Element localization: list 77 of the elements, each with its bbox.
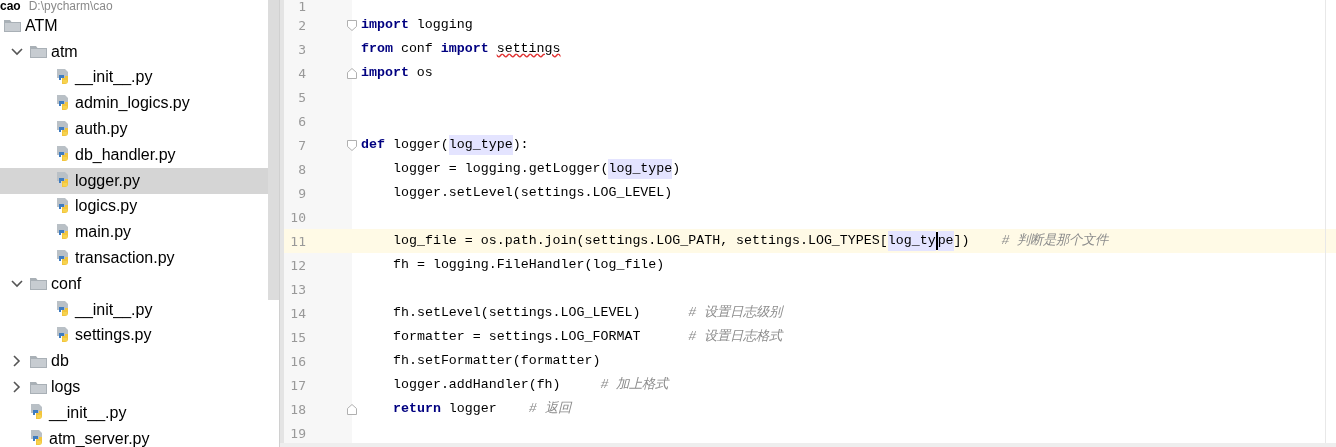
python-file-icon: [56, 172, 71, 190]
code-line: fh.setFormatter(formatter): [392, 352, 601, 371]
python-file-icon: [56, 249, 71, 267]
python-file-icon: [56, 223, 71, 241]
line-number: 5: [297, 90, 306, 104]
line-number: 16: [289, 354, 306, 368]
folder-icon: [30, 277, 47, 291]
python-file-icon: [30, 430, 45, 447]
line-number: 1: [297, 0, 306, 13]
tree-item[interactable]: logger.py: [0, 167, 268, 194]
line-number: 19: [289, 426, 306, 440]
project-path: D:\pycharm\cao: [28, 0, 113, 13]
line-number: 15: [289, 330, 306, 344]
line-number: 2: [297, 18, 306, 32]
line-number: 10: [289, 210, 306, 224]
line-number: 14: [289, 306, 306, 320]
code-line: fh.setLevel(settings.LOG_LEVEL) # 设置日志级别: [392, 304, 783, 323]
python-file-icon: [56, 69, 71, 86]
code-line: logger.addHandler(fh) # 加上格式: [392, 376, 669, 395]
tree-item[interactable]: admin_logics.py: [0, 90, 268, 117]
tree-item[interactable]: logics.py: [0, 193, 268, 220]
folder-icon: [4, 19, 21, 33]
python-file-icon: [56, 301, 71, 319]
line-number: 8: [297, 162, 306, 176]
code-line: def logger(log_type):: [361, 134, 529, 157]
line-number: 7: [297, 138, 306, 152]
folder-icon: [30, 354, 47, 368]
tree-item[interactable]: transaction.py: [0, 245, 268, 271]
tree-item[interactable]: settings.py: [0, 322, 268, 349]
chevron-right-icon[interactable]: [13, 381, 21, 394]
chevron-down-icon[interactable]: [11, 279, 23, 288]
fold-icon[interactable]: [347, 403, 357, 415]
code-line: log_file = os.path.join(settings.LOG_PATH, settings.LOG_TYPES[log_ty pe]) # 判断是那个文件: [392, 230, 1109, 253]
line-number: 4: [297, 66, 306, 80]
code-line: formatter = settings.LOG_FORMAT # 设置日志格式: [392, 328, 783, 347]
code-line: return logger # 返回: [392, 400, 571, 419]
line-number: 3: [297, 42, 306, 56]
python-file-icon: [56, 146, 71, 164]
tree-item[interactable]: main.py: [0, 219, 268, 246]
line-number: 6: [297, 114, 306, 128]
python-file-icon: [56, 94, 71, 112]
tree-item[interactable]: conf: [0, 270, 268, 297]
code-line: logger = logging.getLogger(log_type): [392, 158, 681, 181]
line-number: 13: [289, 282, 306, 296]
line-number: 11: [289, 234, 306, 248]
tree-item[interactable]: __init__.py: [0, 64, 268, 91]
tree-item[interactable]: db: [0, 348, 268, 375]
line-number: 17: [289, 378, 306, 392]
chevron-down-icon[interactable]: [11, 47, 23, 56]
folder-icon: [30, 45, 47, 59]
python-file-icon: [30, 404, 45, 422]
python-file-icon: [56, 197, 71, 215]
python-file-icon: [56, 326, 71, 344]
chevron-right-icon[interactable]: [13, 355, 21, 368]
fold-icon[interactable]: [347, 67, 357, 79]
tree-item[interactable]: __init__.py: [0, 399, 268, 426]
code-line: import logging: [361, 16, 473, 35]
folder-icon: [30, 380, 47, 394]
tree-item[interactable]: ATM: [0, 13, 268, 39]
fold-icon[interactable]: [347, 139, 357, 151]
scrollbar-thumb[interactable]: [268, 0, 279, 300]
project-name: cao: [0, 0, 21, 13]
code-line: import os: [361, 64, 433, 83]
tree-item[interactable]: auth.py: [0, 116, 268, 142]
code-line: logger.setLevel(settings.LOG_LEVEL): [392, 184, 673, 203]
tree-item[interactable]: atm_server.py: [0, 425, 268, 447]
tree-item[interactable]: atm: [0, 38, 268, 65]
line-number: 12: [289, 258, 306, 272]
line-number: 18: [289, 402, 306, 416]
line-number: 9: [297, 186, 306, 200]
tree-item[interactable]: logs: [0, 374, 268, 400]
tree-item[interactable]: db_handler.py: [0, 142, 268, 168]
python-file-icon: [56, 120, 71, 138]
tree-item[interactable]: __init__.py: [0, 296, 268, 323]
fold-icon[interactable]: [347, 19, 357, 31]
code-line: from conf import settings: [361, 40, 561, 59]
code-line: fh = logging.FileHandler(log_file): [392, 256, 665, 275]
